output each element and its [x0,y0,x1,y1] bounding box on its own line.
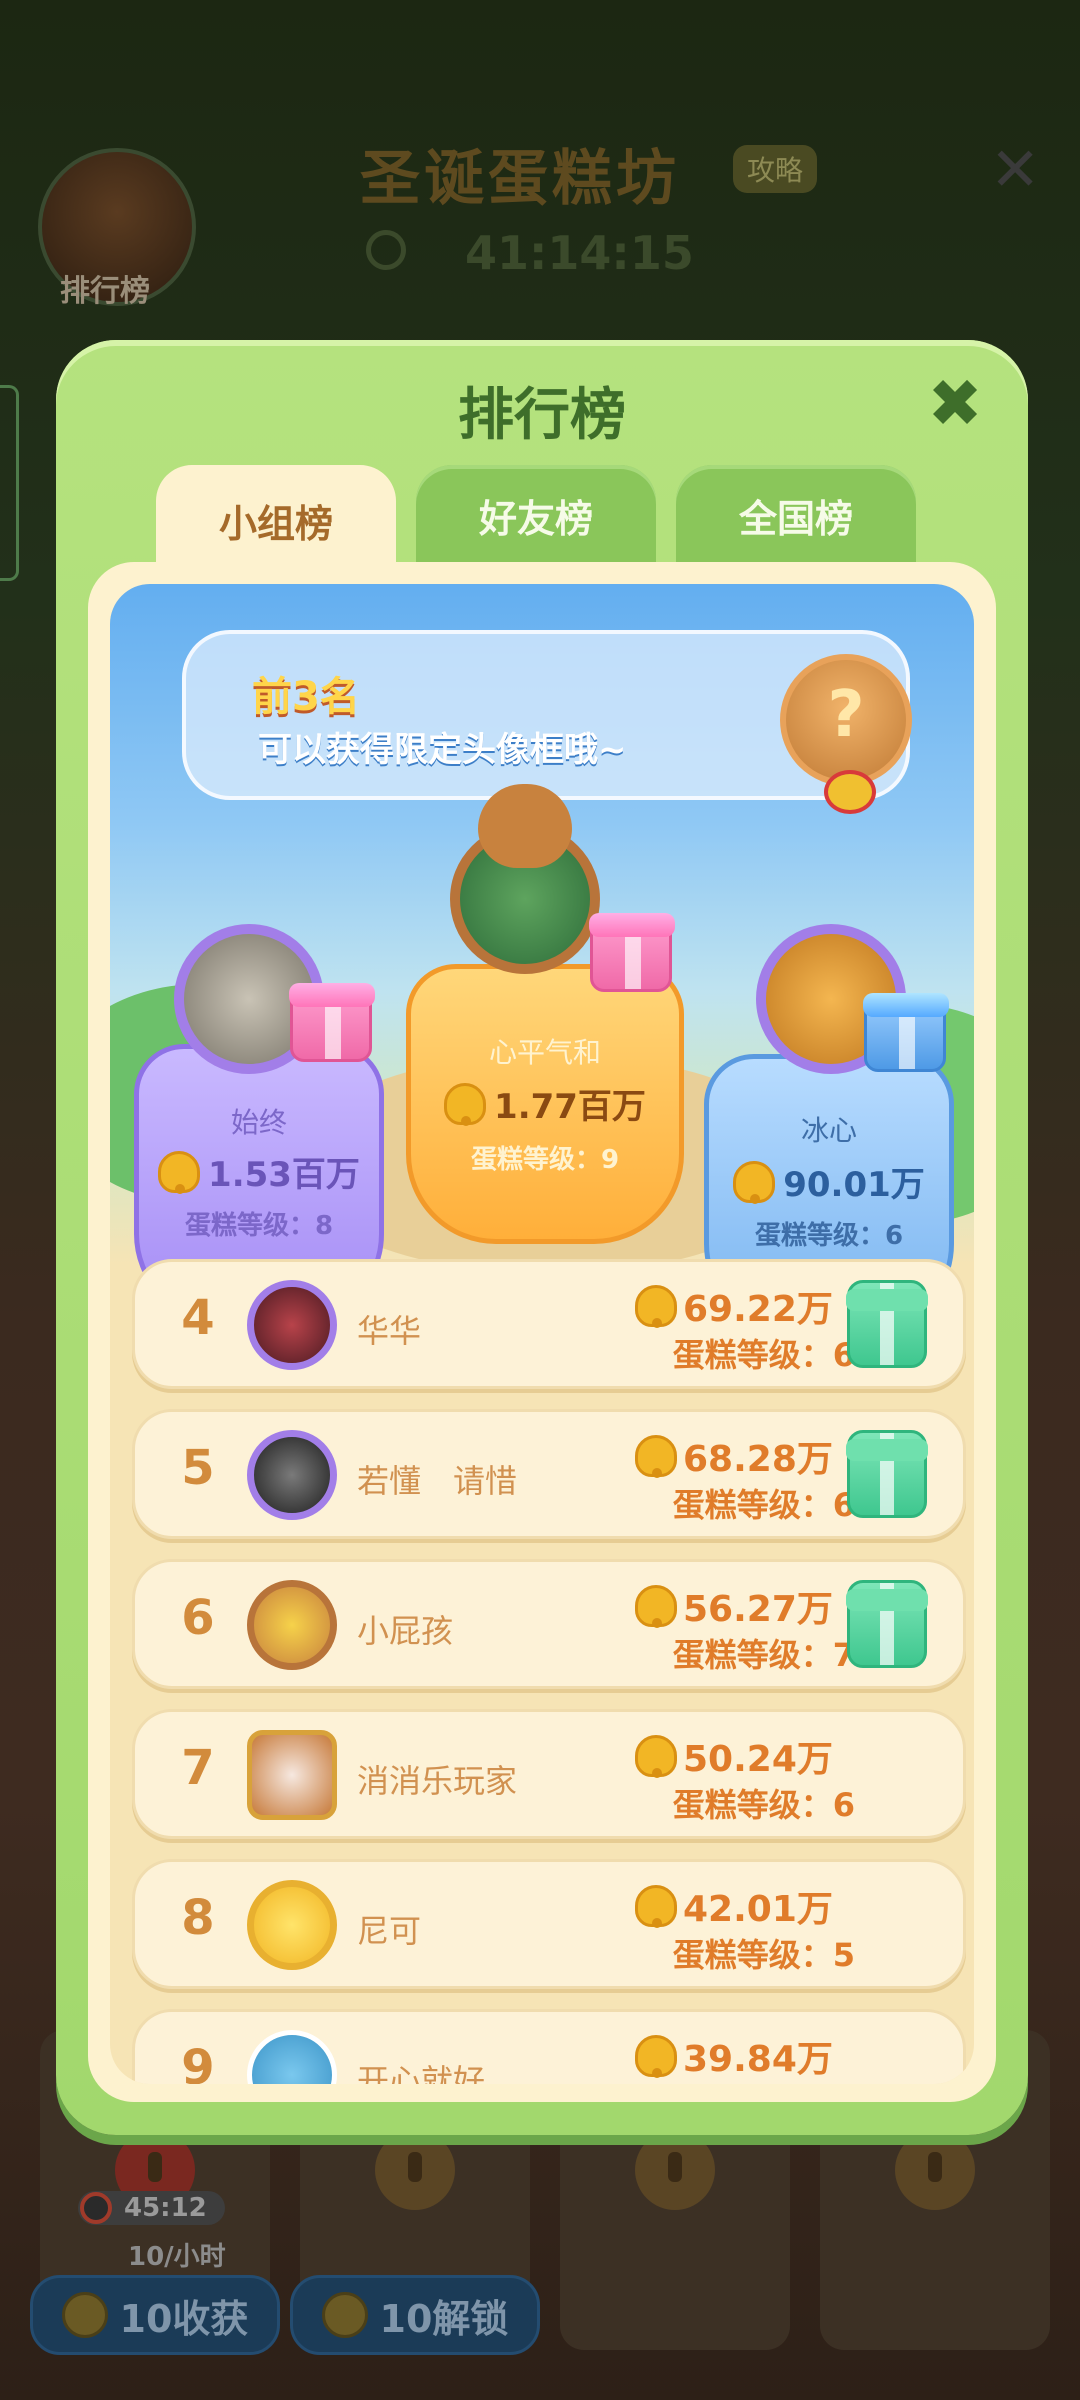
avatar[interactable] [247,1730,337,1820]
rank-number: 4 [181,1290,215,1346]
list-item[interactable]: 9 开心就好 39.84万 [132,2009,966,2084]
event-timer: 41:14:15 [465,226,694,280]
banner-subtitle: 可以获得限定头像框哦~ [258,730,627,770]
avatar[interactable] [247,1580,337,1670]
player-name: 尼可 [357,1912,422,1950]
coin-icon [61,2292,108,2338]
player-score: 50.24万 [635,1730,833,1782]
lock-icon [375,2130,455,2210]
bell-icon [444,1082,487,1126]
gift-icon[interactable] [864,994,946,1072]
game-title: 圣诞蛋糕坊 [360,144,680,214]
rank-number: 5 [181,1440,215,1496]
list-item[interactable]: 8 尼可 42.01万 蛋糕等级：5 [132,1859,966,1989]
player-name: 开心就好 [357,2062,486,2084]
cake-level: 蛋糕等级：7 [672,1636,855,1674]
avatar[interactable] [247,1430,337,1520]
reindeer-frame-icon[interactable]: ? [780,654,912,814]
reward-banner: 前3名 可以获得限定头像框哦~ ? [182,630,912,814]
production-rate: 10/小时 [128,2242,226,2272]
list-item[interactable]: 4 华华 69.22万 蛋糕等级：6 [132,1259,966,1389]
player-score: 69.22万 [635,1280,833,1332]
cake-level: 蛋糕等级：5 [672,1936,855,1974]
list-item[interactable]: 6 小屁孩 56.27万 蛋糕等级：7 [132,1559,966,1689]
gift-icon[interactable] [846,1580,928,1668]
cake-level: 蛋糕等级：6 [672,1486,855,1524]
side-tab[interactable] [0,385,19,581]
player-score: 1.77百万 [411,1079,679,1128]
rank-number: 8 [181,1890,215,1946]
bell-icon [733,1160,776,1204]
player-name: 若懂 请惜 [357,1462,518,1500]
gift-icon[interactable] [846,1430,928,1518]
gift-icon[interactable] [590,914,672,992]
timer-icon [80,2192,112,2224]
list-item[interactable]: 5 若懂 请惜 68.28万 蛋糕等级：6 [132,1409,966,1539]
player-score: 90.01万 [709,1157,949,1206]
cake-level: 蛋糕等级：9 [470,1145,620,1175]
rank-number: 9 [181,2040,215,2084]
podium-hero: 前3名 可以获得限定头像框哦~ ? 始终 1.53百万 蛋糕等级：8 心平气和 … [110,584,974,1334]
tab-national[interactable]: 全国榜 [676,465,916,565]
close-icon[interactable]: ✖ [920,365,990,442]
player-name: 华华 [357,1312,422,1350]
cake-level: 蛋糕等级：6 [672,1786,855,1824]
player-name: 心平气和 [488,1036,601,1069]
bell-icon [635,1885,677,1928]
leaderboard-panel[interactable]: 前3名 可以获得限定头像框哦~ ? 始终 1.53百万 蛋糕等级：8 心平气和 … [110,584,974,2084]
gift-icon[interactable] [290,984,372,1062]
player-score: 68.28万 [635,1430,833,1482]
bell-icon [635,1435,677,1478]
coin-icon [321,2292,368,2338]
bell-icon [635,1585,677,1628]
tab-friends[interactable]: 好友榜 [416,465,656,565]
player-name: 小屁孩 [357,1612,454,1650]
list-item[interactable]: 7 消消乐玩家 50.24万 蛋糕等级：6 [132,1709,966,1839]
cake-level: 蛋糕等级：6 [672,1336,855,1374]
leaderboard-modal: 排行榜 ✖ 小组榜 好友榜 全国榜 前3名 可以获得限定头像框哦~ ? 始终 1… [56,340,1028,2135]
cake-level: 蛋糕等级：6 [754,1221,904,1251]
lock-icon [895,2130,975,2210]
bell-icon [635,1285,677,1328]
leaderboard-body: 前3名 可以获得限定头像框哦~ ? 始终 1.53百万 蛋糕等级：8 心平气和 … [88,562,996,2102]
gift-icon[interactable] [846,1280,928,1368]
avatar[interactable] [247,1280,337,1370]
cake-level: 蛋糕等级：8 [184,1211,334,1241]
player-score: 56.27万 [635,1580,833,1632]
harvest-button[interactable]: 10收获 [30,2275,280,2355]
banner-title: 前3名 [252,674,360,720]
bell-icon [158,1150,201,1194]
podium-first[interactable]: 心平气和 1.77百万 蛋糕等级：9 [406,964,684,1244]
player-score: 39.84万 [635,2030,833,2082]
player-name: 始终 [230,1106,287,1139]
rank-number: 6 [181,1590,215,1646]
close-icon[interactable]: ✕ [990,135,1040,205]
avatar[interactable] [247,1880,337,1970]
player-score: 1.53百万 [139,1147,379,1196]
modal-title: 排行榜 [458,383,626,448]
rank-number: 7 [181,1740,215,1796]
bell-icon [635,1735,677,1778]
player-name: 冰心 [800,1114,857,1147]
tab-group[interactable]: 小组榜 [156,465,396,575]
bear-icon [478,784,572,868]
bell-decoration [824,770,876,814]
guide-badge[interactable]: 攻略 [733,145,818,193]
lock-icon [635,2130,715,2210]
bell-icon [635,2035,677,2078]
avatar[interactable] [247,2030,337,2084]
unlock-button[interactable]: 10解锁 [290,2275,540,2355]
player-score: 42.01万 [635,1880,833,1932]
player-name: 消消乐玩家 [357,1762,518,1800]
leaderboard-entry-label: 排行榜 [60,274,150,309]
